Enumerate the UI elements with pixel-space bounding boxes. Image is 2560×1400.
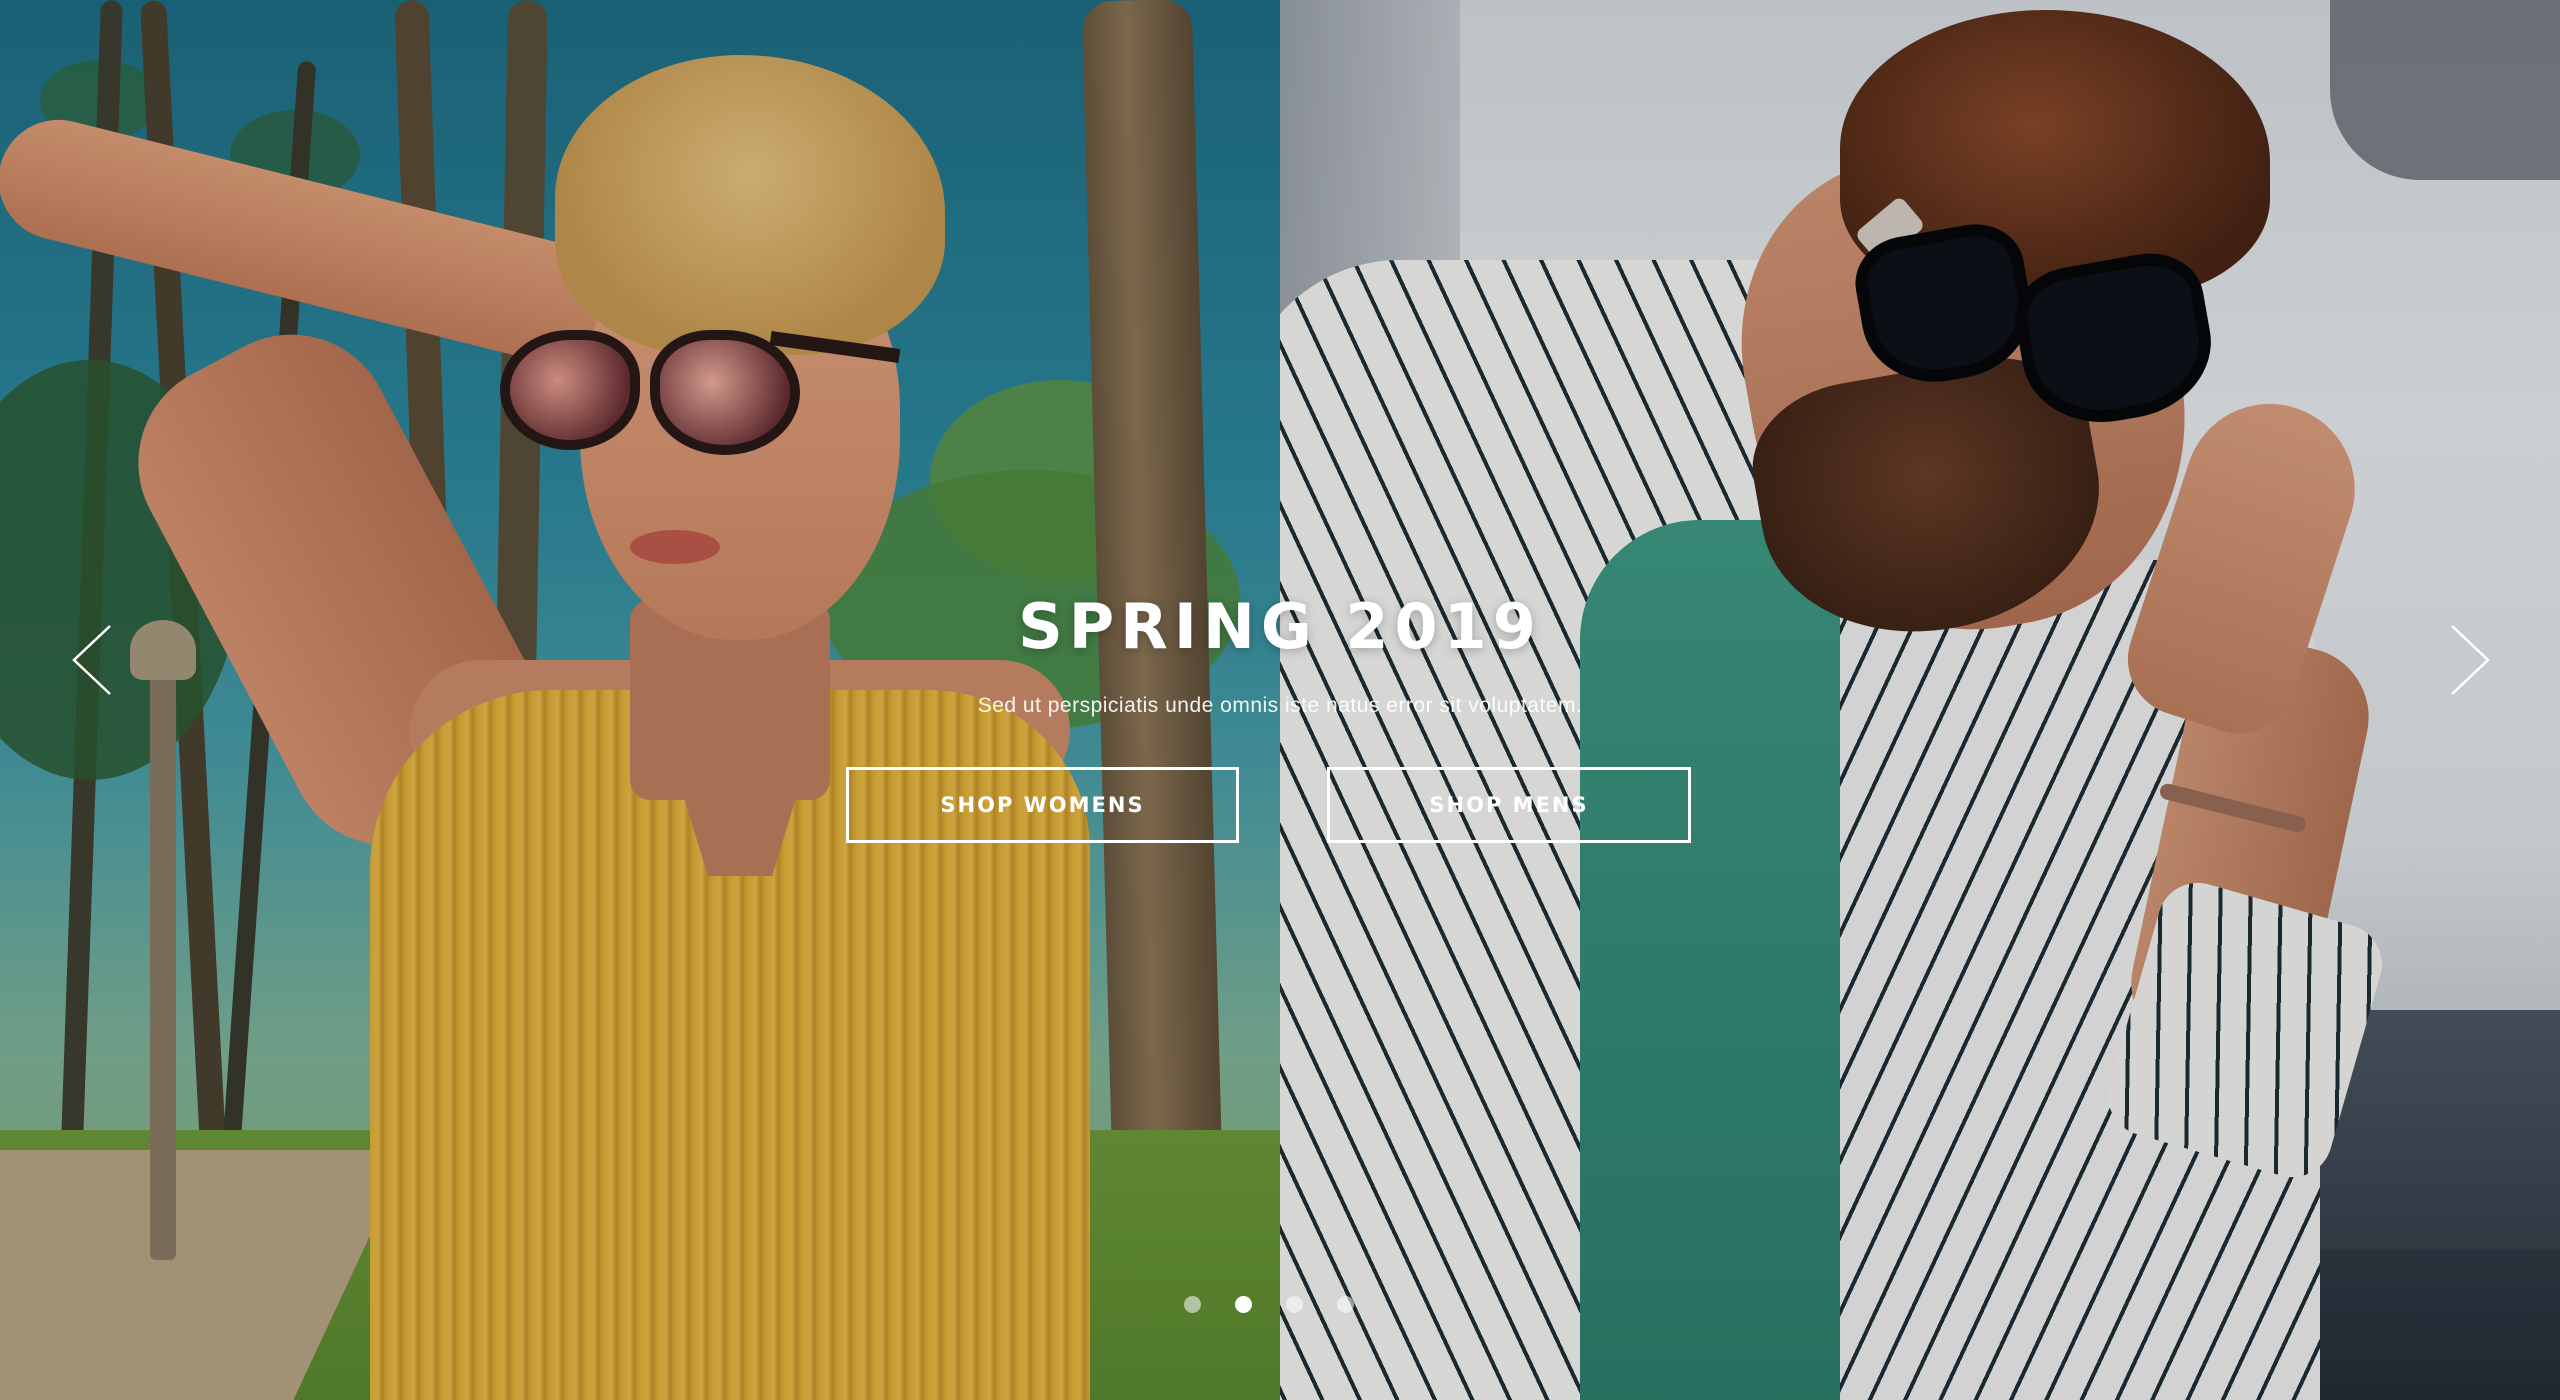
slider-dot-3[interactable] (1286, 1295, 1303, 1313)
slider-dot-4[interactable] (1337, 1295, 1354, 1313)
shop-mens-button[interactable]: SHOP MENS (1327, 767, 1691, 843)
hero-title: SPRING 2019 (1018, 590, 1542, 663)
chevron-left-icon (72, 625, 111, 695)
slider-next-button[interactable] (2440, 620, 2500, 700)
slider-pagination (1184, 1294, 1354, 1314)
slider-prev-button[interactable] (62, 620, 122, 700)
hero-content: SPRING 2019 Sed ut perspiciatis unde omn… (0, 0, 2560, 1400)
shop-womens-button[interactable]: SHOP WOMENS (846, 767, 1239, 843)
slider-dot-1[interactable] (1184, 1295, 1201, 1313)
hero-slider: SPRING 2019 Sed ut perspiciatis unde omn… (0, 0, 2560, 1400)
chevron-right-icon (2451, 625, 2490, 695)
hero-subtitle: Sed ut perspiciatis unde omnis iste natu… (977, 694, 1583, 717)
slider-dot-2[interactable] (1235, 1295, 1252, 1313)
